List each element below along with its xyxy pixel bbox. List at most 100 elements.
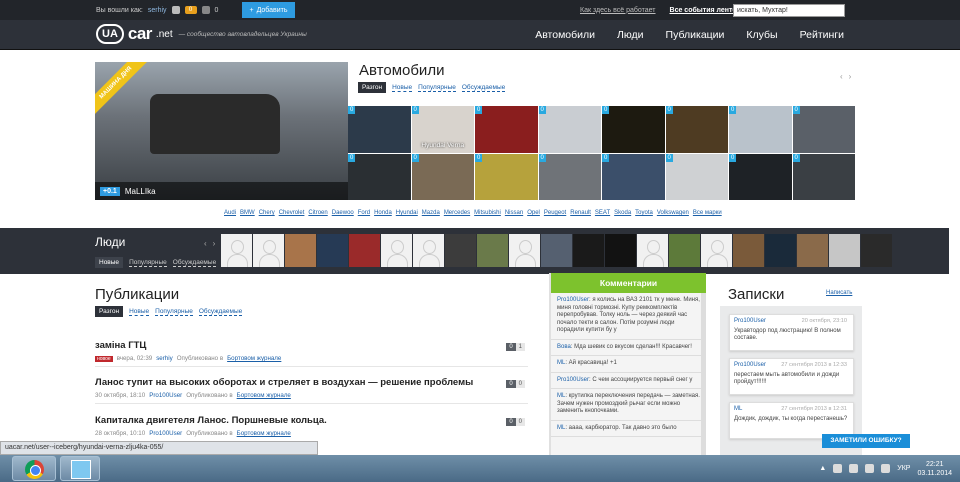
add-button[interactable]: + Добавить (242, 2, 295, 18)
tab-people-new[interactable]: Новые (95, 257, 124, 268)
comment-author[interactable]: Вова (557, 344, 571, 350)
user-avatar[interactable] (221, 234, 252, 267)
user-avatar[interactable] (861, 234, 892, 267)
user-avatar[interactable] (285, 234, 316, 267)
car-thumbnail[interactable]: 0 Hyundai Verna (411, 106, 474, 153)
tab-pubs-razgon[interactable]: Разгон (95, 306, 124, 317)
tab-cars-discussed[interactable]: Обсуждаемые (461, 84, 506, 92)
brand-link[interactable]: Opel (527, 210, 540, 216)
brand-link[interactable]: Daewoo (332, 210, 354, 216)
nav-ratings[interactable]: Рейтинги (800, 29, 844, 41)
brand-link[interactable]: Skoda (614, 210, 631, 216)
next-arrow-icon[interactable]: › (849, 72, 852, 81)
antivirus-icon[interactable] (833, 464, 843, 473)
user-avatar[interactable] (541, 234, 572, 267)
nav-people[interactable]: Люди (617, 29, 644, 41)
car-thumbnail[interactable]: 0 (665, 106, 728, 153)
comment-author[interactable]: Pro100User (557, 297, 589, 303)
user-avatar[interactable] (637, 234, 668, 267)
tab-cars-razgon[interactable]: Разгон (358, 82, 387, 93)
language-indicator[interactable]: УКР (897, 465, 910, 472)
note-author[interactable]: Pro100User (734, 318, 766, 324)
brand-link[interactable]: Ford (358, 210, 370, 216)
calculator-taskbar-button[interactable] (60, 456, 100, 481)
user-avatar[interactable] (797, 234, 828, 267)
comment-author[interactable]: Pro100User (557, 377, 589, 383)
car-thumbnail[interactable]: 0 (792, 106, 855, 153)
tab-pubs-new[interactable]: Новые (129, 308, 150, 316)
tab-cars-popular[interactable]: Популярные (418, 84, 456, 92)
car-thumbnail[interactable]: 0 (729, 153, 792, 200)
user-avatar[interactable] (477, 234, 508, 267)
prev-arrow-icon[interactable]: ‹ (840, 72, 843, 81)
car-thumbnail[interactable]: 0 (729, 106, 792, 153)
publication-journal-link[interactable]: Бортовом журнале (237, 430, 291, 437)
publication-journal-link[interactable]: Бортовом журнале (227, 355, 281, 362)
brand-link[interactable]: Volkswagen (657, 210, 689, 216)
brand-link[interactable]: Mitsubishi (474, 210, 501, 216)
flag-icon[interactable] (865, 464, 875, 473)
user-avatar[interactable] (413, 234, 444, 267)
site-logo[interactable]: UA car .net — сообщество автовладельцев У… (96, 24, 307, 44)
user-avatar[interactable] (317, 234, 348, 267)
featured-car-name[interactable]: MaLLIka (125, 187, 156, 196)
publication-author[interactable]: serhiy (156, 355, 173, 362)
messages-icon[interactable] (201, 6, 210, 14)
profile-icon[interactable] (171, 6, 180, 14)
tab-people-popular[interactable]: Популярные (129, 259, 167, 267)
next-arrow-icon[interactable]: › (213, 239, 216, 248)
comment-item[interactable]: Pro100User: я колись на ВАЗ 2101 тк у ме… (551, 293, 706, 340)
user-avatar[interactable] (669, 234, 700, 267)
user-avatar[interactable] (573, 234, 604, 267)
brand-link[interactable]: Chery (259, 210, 275, 216)
tab-people-discussed[interactable]: Обсуждаемые (172, 259, 217, 267)
nav-cars[interactable]: Автомобили (535, 29, 595, 41)
car-thumbnail[interactable]: 0 (411, 153, 474, 200)
note-card[interactable]: Pro100User 27 сентября 2013 в 12:33 пере… (729, 358, 854, 395)
car-thumbnail[interactable]: 0 (475, 106, 538, 153)
nav-publications[interactable]: Публикации (666, 29, 725, 41)
brand-link[interactable]: Peugeot (544, 210, 566, 216)
publication-title[interactable]: Ланос тупит на высоких оборотах и стреля… (95, 377, 528, 388)
user-avatar[interactable] (349, 234, 380, 267)
brand-link[interactable]: Mazda (422, 210, 440, 216)
comment-item[interactable]: ML: крутилка переключения передачь — зам… (551, 389, 706, 421)
chrome-taskbar-button[interactable] (12, 456, 56, 481)
comments-scrollbar[interactable] (701, 293, 706, 459)
user-avatar[interactable] (829, 234, 860, 267)
tab-pubs-discussed[interactable]: Обсуждаемые (198, 308, 243, 316)
brand-link[interactable]: Renault (570, 210, 591, 216)
brand-link[interactable]: Все марки (693, 210, 722, 216)
car-thumbnail[interactable]: 0 (792, 153, 855, 200)
report-error-button[interactable]: ЗАМЕТИЛИ ОШИБКУ? (822, 434, 910, 448)
comment-item[interactable]: ML: Ай красавица! +1 (551, 356, 706, 373)
nav-clubs[interactable]: Клубы (746, 29, 777, 41)
note-author[interactable]: Pro100User (734, 362, 766, 368)
brand-link[interactable]: Audi (224, 210, 236, 216)
car-thumbnail[interactable]: 0 (475, 153, 538, 200)
brand-link[interactable]: Nissan (505, 210, 523, 216)
note-author[interactable]: ML (734, 406, 742, 412)
username-link[interactable]: serhiy (148, 7, 167, 14)
car-thumbnail[interactable]: 0 (602, 153, 665, 200)
car-thumbnail[interactable]: 0 (348, 106, 411, 153)
brand-link[interactable]: SEAT (595, 210, 610, 216)
brand-link[interactable]: Toyota (635, 210, 653, 216)
user-avatar[interactable] (253, 234, 284, 267)
car-thumbnail[interactable]: 0 (602, 106, 665, 153)
user-avatar[interactable] (701, 234, 732, 267)
brand-link[interactable]: BMW (240, 210, 255, 216)
tab-pubs-popular[interactable]: Популярные (155, 308, 193, 316)
network-icon[interactable] (849, 464, 859, 473)
user-avatar[interactable] (445, 234, 476, 267)
events-feed-link[interactable]: Все события лентой (670, 7, 741, 14)
user-avatar[interactable] (605, 234, 636, 267)
brand-link[interactable]: Mercedes (444, 210, 470, 216)
comment-item[interactable]: ML: аааа, карбюратор. Так давно это было (551, 421, 706, 437)
car-thumbnail[interactable]: 0 (538, 153, 601, 200)
publication-title[interactable]: Капиталка двигетеля Ланос. Поршневые кол… (95, 415, 528, 426)
brand-link[interactable]: Citroen (308, 210, 327, 216)
comment-item[interactable]: Вова: Мда шевик со вкусом сделан!!! Крас… (551, 340, 706, 356)
tab-cars-new[interactable]: Новые (392, 84, 413, 92)
user-avatar[interactable] (733, 234, 764, 267)
